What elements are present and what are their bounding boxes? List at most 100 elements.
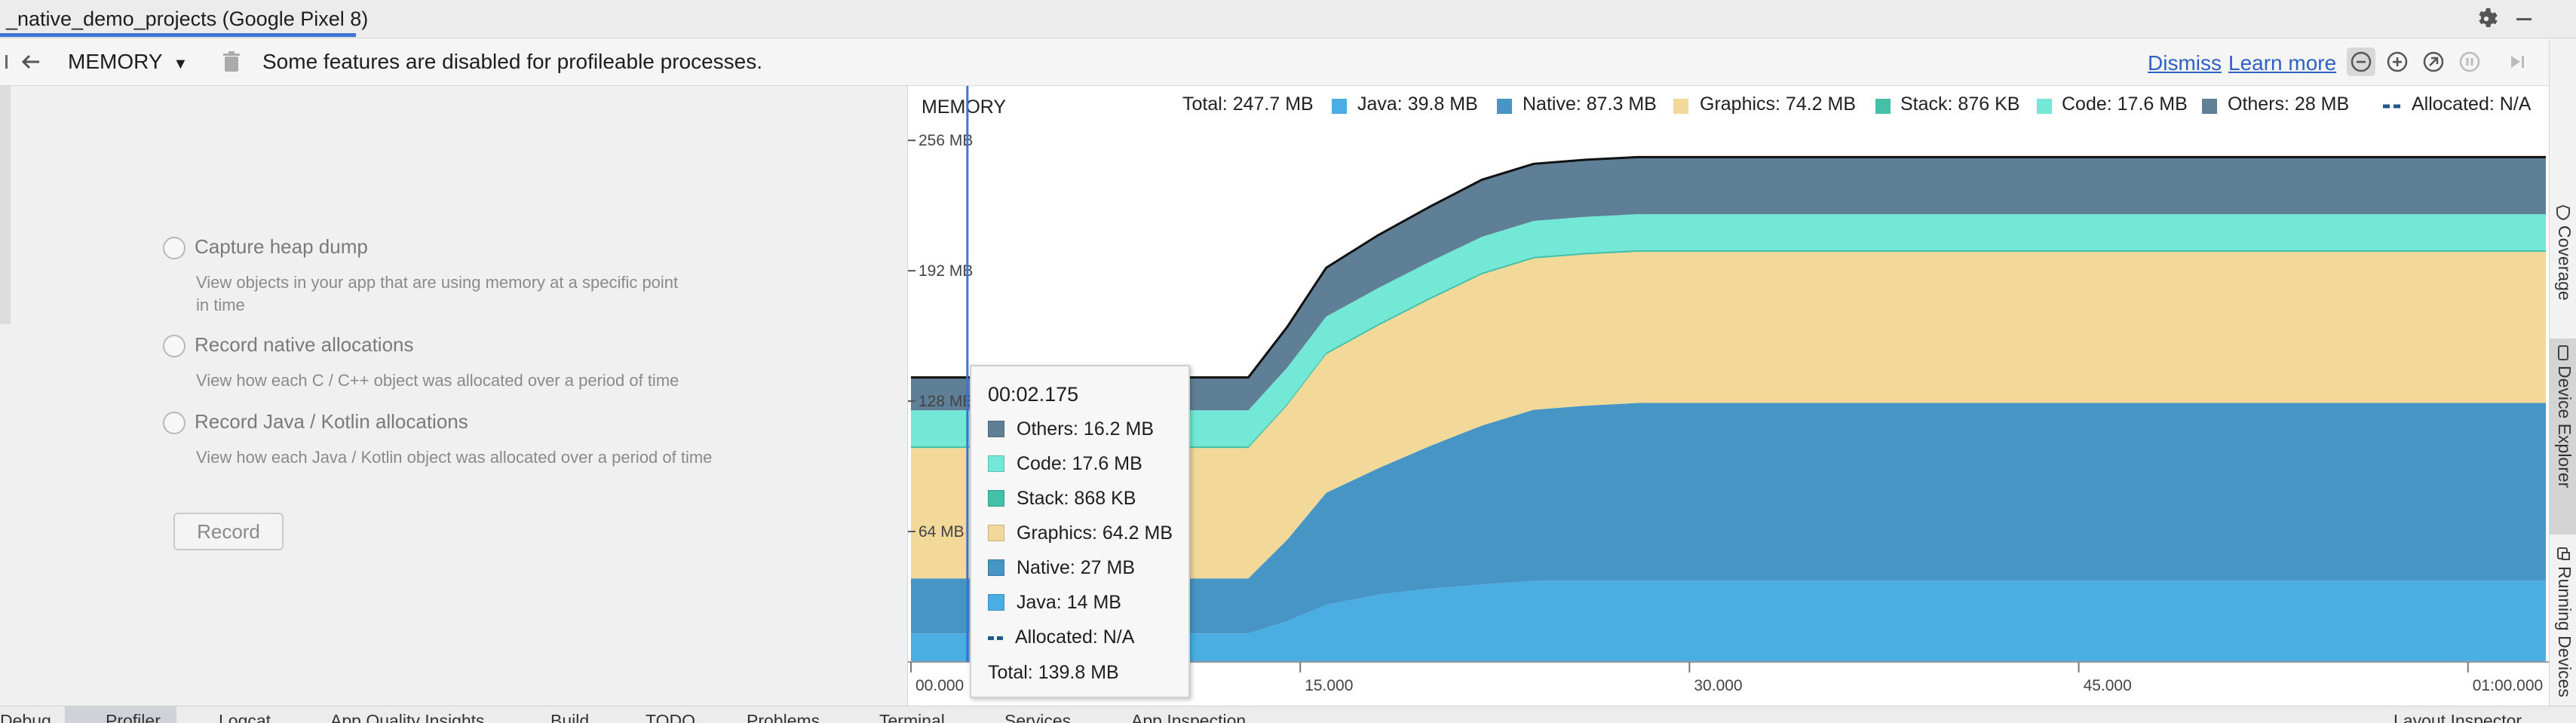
- y-tick-label: 192 MB: [918, 262, 973, 280]
- x-tick-label: 01:00.000: [2473, 677, 2543, 694]
- description-line: in time: [196, 296, 245, 314]
- legend-others: Others: 28 MB: [2228, 93, 2349, 115]
- x-tick-label: 00.000: [915, 677, 964, 694]
- settings-gear-icon[interactable]: [2473, 6, 2499, 32]
- right-tool-strip: Coverage Device Explorer Running Devices: [2549, 38, 2576, 706]
- tooltip-others-row: Others: 16.2 MB: [988, 418, 1154, 440]
- x-tick-label: 30.000: [1694, 677, 1742, 694]
- zoom-out-icon[interactable]: [2347, 47, 2375, 76]
- btab-app-inspection[interactable]: App Inspection: [1131, 711, 1246, 723]
- radio-button[interactable]: [163, 412, 186, 435]
- native-swatch: [988, 559, 1004, 576]
- y-tick-label: 128 MB: [918, 393, 973, 410]
- device-icon: [2558, 345, 2568, 360]
- option-description: View objects in your app that are using …: [196, 271, 678, 317]
- description-line: View how each C / C++ object was allocat…: [196, 371, 679, 390]
- vtab-device-explorer[interactable]: Device Explorer: [2550, 339, 2576, 535]
- legend-graphics-swatch: [1673, 99, 1688, 114]
- vtab-coverage[interactable]: Coverage: [2550, 204, 2576, 325]
- vtab-label: Coverage: [2555, 225, 2574, 301]
- option-label: Capture heap dump: [195, 235, 368, 258]
- btab-todo[interactable]: TODO: [646, 711, 695, 723]
- legend-others-swatch: [2202, 99, 2217, 114]
- btab-debug[interactable]: Debug: [0, 711, 51, 723]
- go-to-live-icon[interactable]: [2502, 47, 2531, 76]
- radio-button[interactable]: [163, 237, 186, 260]
- btab-build[interactable]: Build: [550, 711, 589, 723]
- chart-title: MEMORY: [922, 97, 1006, 118]
- btab-problems[interactable]: Problems: [747, 711, 820, 723]
- description-line: View how each Java / Kotlin object was a…: [196, 448, 713, 467]
- stack-swatch: [988, 490, 1004, 507]
- window-title-tab[interactable]: _native_demo_projects (Google Pixel 8): [0, 0, 377, 38]
- btab-services[interactable]: Services: [1004, 711, 1071, 723]
- tooltip-total: Total: 139.8 MB: [988, 662, 1119, 683]
- profiler-type-label: MEMORY: [68, 50, 163, 73]
- title-bar: _native_demo_projects (Google Pixel 8): [0, 0, 2576, 38]
- learn-more-link[interactable]: Learn more: [2228, 49, 2336, 78]
- tooltip-others: Others: 16.2 MB: [1017, 418, 1155, 440]
- bottom-tool-bar: Debug Profiler Logcat App Quality Insigh…: [0, 706, 2576, 723]
- legend-stack: Stack: 876 KB: [1900, 93, 2019, 115]
- running-devices-icon: [2557, 547, 2570, 560]
- profileable-notice: Some features are disabled for profileab…: [262, 50, 763, 73]
- legend-allocated: Allocated: N/A: [2412, 93, 2532, 115]
- memory-tooltip: 00:02.175 Others: 16.2 MB Code: 17.6 MB …: [970, 365, 1190, 698]
- btab-profiler[interactable]: Profiler: [106, 711, 161, 723]
- record-java-kotlin-allocations-option[interactable]: Record Java / Kotlin allocations: [163, 410, 468, 435]
- record-button[interactable]: Record: [173, 513, 284, 550]
- btab-app-quality-insights[interactable]: App Quality Insights: [330, 711, 485, 723]
- tooltip-graphics: Graphics: 64.2 MB: [1017, 522, 1173, 544]
- x-tick-label: 45.000: [2084, 677, 2132, 694]
- radio-button[interactable]: [163, 335, 186, 358]
- tooltip-java-row: Java: 14 MB: [988, 591, 1121, 614]
- trash-icon[interactable]: [217, 47, 246, 76]
- legend-java-swatch: [1332, 99, 1347, 114]
- zoom-in-icon[interactable]: [2383, 47, 2412, 76]
- active-tab-indicator: [0, 33, 356, 37]
- option-label: Record native allocations: [195, 333, 414, 356]
- tooltip-graphics-row: Graphics: 64.2 MB: [988, 522, 1173, 544]
- others-swatch: [988, 421, 1004, 437]
- legend-code-swatch: [2037, 99, 2052, 114]
- legend-native: Native: 87.3 MB: [1523, 93, 1657, 115]
- reset-zoom-icon[interactable]: [2419, 47, 2448, 76]
- java-swatch: [988, 594, 1004, 611]
- legend-native-swatch: [1497, 99, 1512, 114]
- minimize-icon[interactable]: [2511, 6, 2537, 32]
- tooltip-allocated-row: Allocated: N/A: [988, 626, 1134, 648]
- btab-terminal[interactable]: Terminal: [879, 711, 945, 723]
- capture-heap-dump-option[interactable]: Capture heap dump: [163, 235, 368, 260]
- profiler-type-dropdown[interactable]: MEMORY ▼: [68, 47, 188, 76]
- btab-layout-inspector[interactable]: Layout Inspector: [2394, 711, 2522, 723]
- chevron-down-icon: ▼: [173, 56, 189, 72]
- tooltip-native: Native: 27 MB: [1017, 557, 1136, 578]
- btab-logcat[interactable]: Logcat: [219, 711, 271, 723]
- legend-graphics: Graphics: 74.2 MB: [1700, 93, 1856, 115]
- record-native-allocations-option[interactable]: Record native allocations: [163, 333, 414, 358]
- tooltip-java: Java: 14 MB: [1017, 592, 1121, 613]
- tooltip-native-row: Native: 27 MB: [988, 556, 1135, 579]
- vtab-label: Running Devices: [2555, 566, 2574, 697]
- tooltip-code-row: Code: 17.6 MB: [988, 452, 1142, 475]
- legend-java: Java: 39.8 MB: [1357, 93, 1478, 115]
- legend-total: Total: 247.7 MB: [1182, 93, 1314, 115]
- shield-icon: [2556, 204, 2570, 221]
- tooltip-code: Code: 17.6 MB: [1017, 453, 1142, 474]
- code-swatch: [988, 455, 1004, 472]
- y-tick-label: 256 MB: [918, 132, 973, 149]
- tooltip-stack-row: Stack: 868 KB: [988, 487, 1136, 510]
- option-label: Record Java / Kotlin allocations: [195, 410, 468, 433]
- option-description: View how each C / C++ object was allocat…: [196, 369, 679, 392]
- dismiss-link[interactable]: Dismiss: [2148, 49, 2222, 78]
- allocated-dash: [988, 636, 1003, 640]
- back-arrow-icon[interactable]: [17, 47, 45, 76]
- recording-options-panel: Capture heap dump View objects in your a…: [0, 86, 908, 706]
- legend-code: Code: 17.6 MB: [2062, 93, 2188, 115]
- pause-icon[interactable]: [2455, 47, 2484, 76]
- tooltip-allocated: Allocated: N/A: [1015, 626, 1135, 648]
- legend-stack-swatch: [1875, 99, 1891, 114]
- option-description: View how each Java / Kotlin object was a…: [196, 446, 712, 469]
- vtab-running-devices[interactable]: Running Devices: [2550, 545, 2576, 703]
- left-scrollbar[interactable]: [0, 86, 11, 324]
